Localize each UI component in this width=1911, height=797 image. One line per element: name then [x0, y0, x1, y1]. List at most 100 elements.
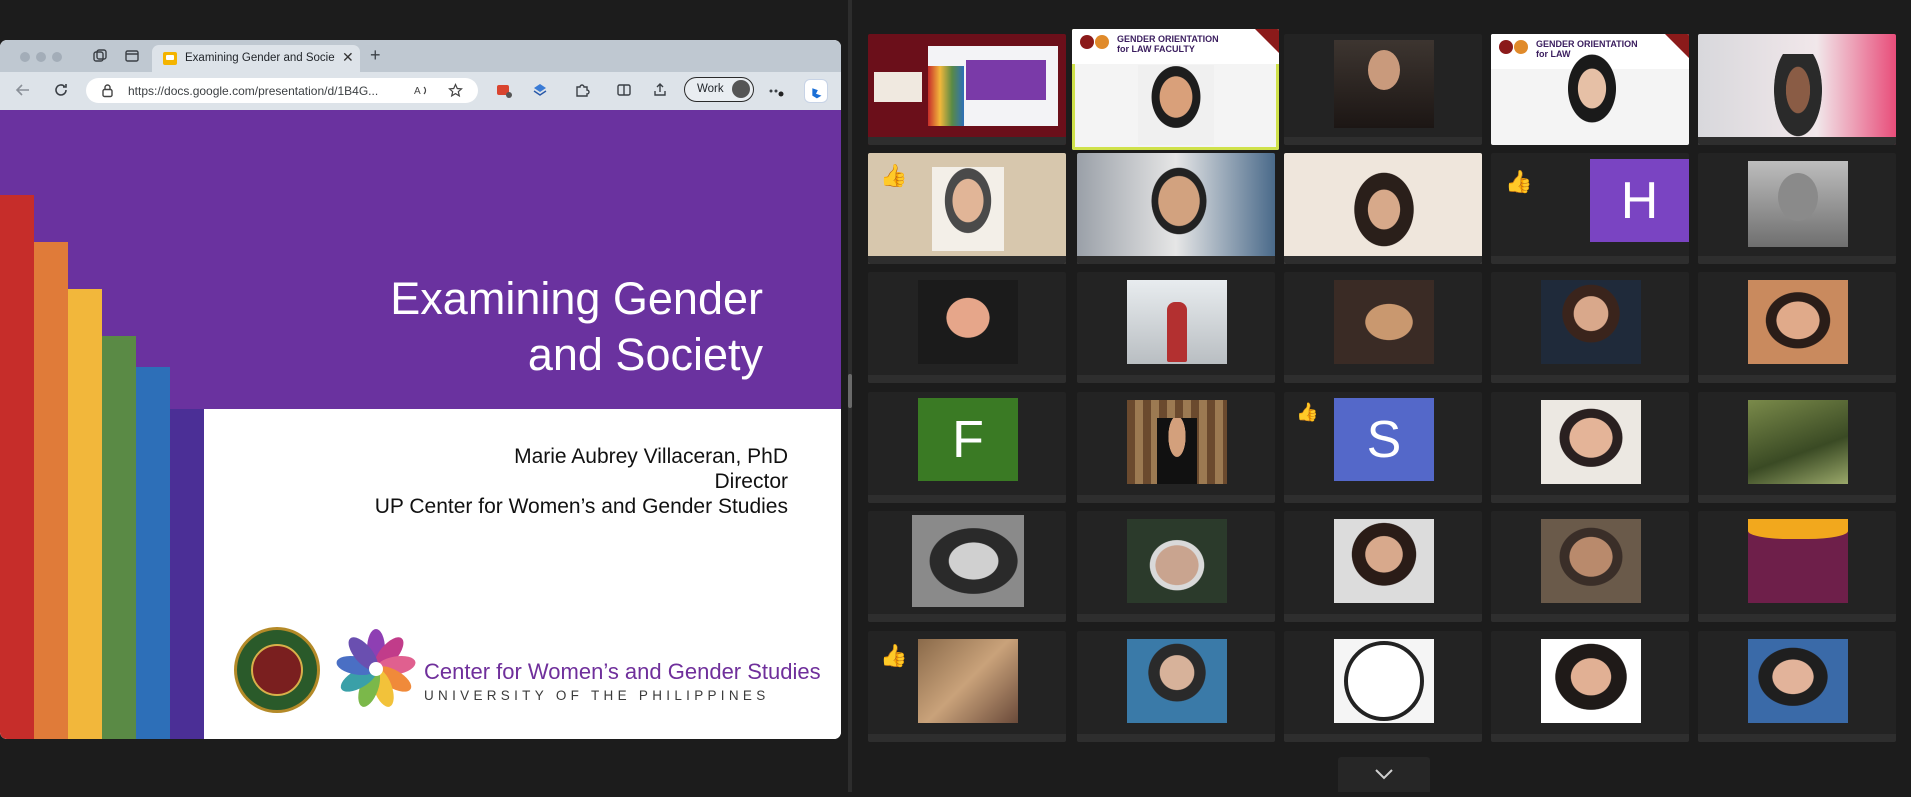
participant-tile-26[interactable]: 👍 — [868, 631, 1066, 742]
profile-button[interactable]: Work — [684, 77, 754, 102]
favorite-star-icon[interactable] — [448, 83, 463, 98]
google-slides-icon — [163, 52, 177, 65]
window-zoom-dot[interactable] — [52, 52, 62, 62]
participant-video-20 — [1748, 400, 1848, 484]
tab-active[interactable]: Examining Gender and Society ✕ — [152, 45, 360, 72]
tile-name-bar — [1491, 375, 1689, 383]
participant-video-17 — [1127, 400, 1227, 484]
participant-tile-16[interactable]: F — [868, 392, 1066, 503]
thumbs-up-reaction-icon: 👍 — [880, 163, 908, 188]
participant-video-19 — [1541, 400, 1641, 484]
participant-tile-6[interactable]: 👍 — [868, 153, 1066, 264]
back-icon[interactable] — [14, 81, 32, 99]
banner-corner — [1665, 34, 1689, 58]
tile-name-bar — [1284, 137, 1482, 145]
participant-tile-18[interactable]: 👍 S — [1284, 392, 1482, 503]
participant-tile-19[interactable] — [1491, 392, 1689, 503]
participant-tile-13[interactable] — [1284, 272, 1482, 383]
extension-red-icon[interactable] — [496, 82, 512, 98]
tile-name-bar — [1077, 614, 1275, 622]
tile-name-bar — [1077, 734, 1275, 742]
participant-tile-5[interactable] — [1698, 34, 1896, 145]
address-bar[interactable]: https://docs.google.com/presentation/d/1… — [86, 78, 478, 103]
copilot-button[interactable] — [804, 79, 828, 103]
participant-tile-21[interactable] — [868, 511, 1066, 622]
college-of-law-seal — [1334, 639, 1434, 723]
tile-name-bar — [1698, 375, 1896, 383]
gallery-more-button[interactable] — [1338, 757, 1430, 792]
participant-tile-27[interactable] — [1077, 631, 1275, 742]
lock-icon[interactable] — [100, 83, 115, 98]
tile-name-bar — [868, 375, 1066, 383]
split-divider-handle[interactable] — [848, 374, 852, 408]
participant-tile-10[interactable] — [1698, 153, 1896, 264]
rainbow-stripe-green — [102, 336, 136, 739]
tile-name-bar — [1491, 495, 1689, 503]
tile-name-bar — [1491, 614, 1689, 622]
participant-tile-23[interactable] — [1284, 511, 1482, 622]
participant-video-4 — [1557, 48, 1627, 138]
slide-title-line2: and Society — [527, 329, 763, 380]
participant-tile-24[interactable] — [1491, 511, 1689, 622]
participant-video-3 — [1334, 40, 1434, 128]
refresh-icon[interactable] — [52, 81, 70, 99]
share-icon[interactable] — [652, 82, 668, 98]
tile-name-bar — [868, 495, 1066, 503]
participant-tile-7[interactable] — [1077, 153, 1275, 264]
participant-tile-14[interactable] — [1491, 272, 1689, 383]
participant-video-23 — [1334, 519, 1434, 603]
participant-avatar-initial: S — [1334, 398, 1434, 481]
participant-tile-30[interactable] — [1698, 631, 1896, 742]
more-options-icon[interactable] — [768, 82, 784, 98]
participant-tile-29[interactable] — [1491, 631, 1689, 742]
tile-name-bar — [1077, 256, 1275, 264]
participant-tile-4[interactable]: GENDER ORIENTATION for LAW — [1491, 34, 1689, 145]
participant-video-29 — [1541, 639, 1641, 723]
extension-blue-icon[interactable] — [532, 82, 548, 98]
participant-tile-12[interactable] — [1077, 272, 1275, 383]
participant-tile-28[interactable] — [1284, 631, 1482, 742]
participant-tile-17[interactable] — [1077, 392, 1275, 503]
participant-tile-25[interactable] — [1698, 511, 1896, 622]
participant-video-25 — [1748, 519, 1848, 603]
speaker-video — [1138, 65, 1214, 145]
workspaces-icon[interactable] — [92, 48, 108, 64]
tile-name-bar — [868, 256, 1066, 264]
banner-logos-icon — [1080, 35, 1109, 49]
rainbow-stripe-red — [0, 195, 34, 739]
chevron-down-icon — [1375, 769, 1393, 780]
read-aloud-icon[interactable]: A — [414, 83, 429, 98]
split-screen-icon[interactable] — [616, 82, 632, 98]
participant-video-6 — [932, 167, 1004, 251]
participant-video-14 — [1541, 280, 1641, 364]
self-view-thumbnail — [874, 72, 922, 102]
participant-video-8 — [1344, 169, 1424, 259]
tile-name-bar — [1077, 375, 1275, 383]
window-close-dot[interactable] — [20, 52, 30, 62]
tile-name-bar — [1284, 375, 1482, 383]
tab-close-icon[interactable]: ✕ — [342, 49, 354, 66]
presenter-info: Marie Aubrey Villaceran, PhD Director UP… — [268, 444, 788, 519]
new-tab-icon[interactable]: + — [370, 45, 381, 66]
participant-video-7 — [1131, 159, 1227, 259]
participant-video-21 — [912, 515, 1024, 607]
participant-avatar-initial: H — [1590, 159, 1689, 242]
slide-title: Examining Gender and Society — [243, 271, 763, 383]
participant-tile-2-speaking[interactable]: GENDER ORIENTATION for LAW FACULTY — [1072, 29, 1279, 150]
participant-tile-1[interactable] — [868, 34, 1066, 145]
participant-video-12 — [1127, 280, 1227, 364]
window-minimize-dot[interactable] — [36, 52, 46, 62]
participant-tile-22[interactable] — [1077, 511, 1275, 622]
tab-actions-icon[interactable] — [124, 48, 140, 64]
profile-avatar — [732, 80, 750, 98]
participant-tile-15[interactable] — [1698, 272, 1896, 383]
rainbow-stripe-yellow — [68, 289, 102, 739]
tile-name-bar — [1284, 614, 1482, 622]
participant-tile-9[interactable]: 👍 H — [1491, 153, 1689, 264]
participant-tile-20[interactable] — [1698, 392, 1896, 503]
extensions-puzzle-icon[interactable] — [574, 82, 590, 98]
participant-tile-8[interactable] — [1284, 153, 1482, 264]
participant-tile-11[interactable] — [868, 272, 1066, 383]
tile-name-bar — [1698, 495, 1896, 503]
participant-tile-3[interactable] — [1284, 34, 1482, 145]
